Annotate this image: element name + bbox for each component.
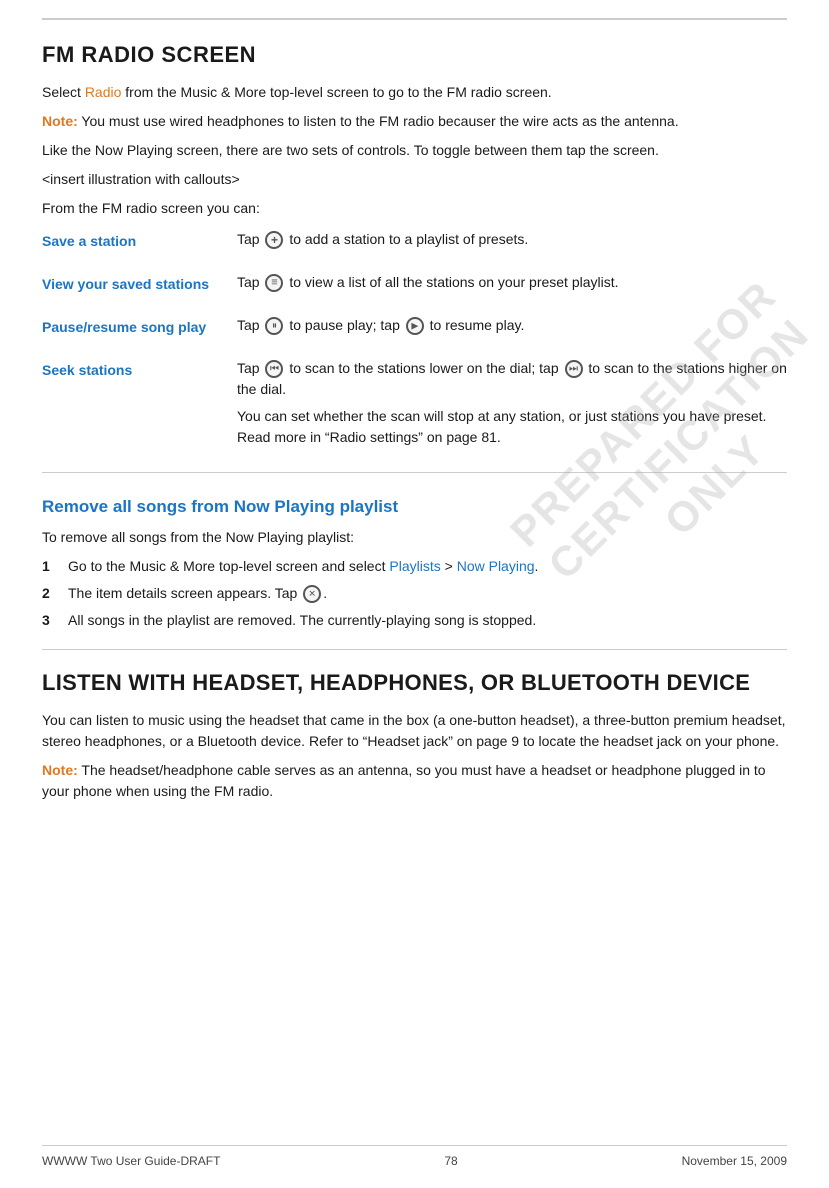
footer: WWWW Two User Guide-DRAFT 78 November 15… xyxy=(42,1145,787,1168)
playlists-link: Playlists xyxy=(389,558,440,574)
step-num-2: 2 xyxy=(42,583,62,604)
fm-radio-para3: <insert illustration with callouts> xyxy=(42,169,787,190)
radio-link: Radio xyxy=(85,84,122,100)
remove-songs-intro: To remove all songs from the Now Playing… xyxy=(42,527,787,548)
feature-row-view: View your saved stations Tap to view a l… xyxy=(42,272,787,299)
step-2: 2 The item details screen appears. Tap . xyxy=(42,583,787,604)
fm-radio-note: Note: You must use wired headphones to l… xyxy=(42,111,787,132)
step-1: 1 Go to the Music & More top-level scree… xyxy=(42,556,787,577)
page-container: PREPARED FORCERTIFICATIONONLY FM RADIO S… xyxy=(0,0,829,1188)
step-num-1: 1 xyxy=(42,556,62,577)
footer-right: November 15, 2009 xyxy=(682,1154,787,1168)
fm-radio-section: FM RADIO SCREEN Select Radio from the Mu… xyxy=(42,42,787,454)
step-num-3: 3 xyxy=(42,610,62,631)
headset-note-text: The headset/headphone cable serves as an… xyxy=(42,762,766,799)
step-1-text: Go to the Music & More top-level screen … xyxy=(68,556,538,577)
prev-icon xyxy=(265,360,283,378)
play-icon xyxy=(406,317,424,335)
feature-desc-pause: Tap to pause play; tap to resume play. xyxy=(237,315,787,342)
feature-label-save: Save a station xyxy=(42,229,237,252)
features-table: Save a station Tap to add a station to a… xyxy=(42,229,787,454)
fm-radio-para4: From the FM radio screen you can: xyxy=(42,198,787,219)
remove-songs-section: Remove all songs from Now Playing playli… xyxy=(42,497,787,631)
headset-title: LISTEN WITH HEADSET, HEADPHONES, OR BLUE… xyxy=(42,670,787,696)
list-icon xyxy=(265,274,283,292)
seek-desc-2: You can set whether the scan will stop a… xyxy=(237,406,787,448)
top-border xyxy=(42,18,787,20)
intro-text-after: from the Music & More top-level screen t… xyxy=(121,84,551,100)
section-divider-2 xyxy=(42,649,787,650)
feature-label-pause: Pause/resume song play xyxy=(42,315,237,338)
now-playing-link: Now Playing xyxy=(457,558,535,574)
feature-label-seek: Seek stations xyxy=(42,358,237,381)
headset-note-label: Note: xyxy=(42,762,78,778)
feature-label-view: View your saved stations xyxy=(42,272,237,295)
step-3-text: All songs in the playlist are removed. T… xyxy=(68,610,536,631)
footer-page-number: 78 xyxy=(444,1154,457,1168)
step-2-text: The item details screen appears. Tap . xyxy=(68,583,327,604)
feature-desc-seek: Tap to scan to the stations lower on the… xyxy=(237,358,787,454)
pause-desc: Tap to pause play; tap to resume play. xyxy=(237,315,787,336)
seek-desc-1: Tap to scan to the stations lower on the… xyxy=(237,358,787,400)
feature-desc-save: Tap to add a station to a playlist of pr… xyxy=(237,229,787,256)
headset-para1: You can listen to music using the headse… xyxy=(42,710,787,752)
next-icon xyxy=(565,360,583,378)
section-divider-1 xyxy=(42,472,787,473)
remove-songs-title: Remove all songs from Now Playing playli… xyxy=(42,497,787,517)
pause-icon xyxy=(265,317,283,335)
add-icon xyxy=(265,231,283,249)
intro-text-before: Select xyxy=(42,84,85,100)
feature-row-pause: Pause/resume song play Tap to pause play… xyxy=(42,315,787,342)
view-desc: Tap to view a list of all the stations o… xyxy=(237,272,787,293)
headset-section: LISTEN WITH HEADSET, HEADPHONES, OR BLUE… xyxy=(42,670,787,802)
headset-note: Note: The headset/headphone cable serves… xyxy=(42,760,787,802)
fm-radio-para2: Like the Now Playing screen, there are t… xyxy=(42,140,787,161)
step-3: 3 All songs in the playlist are removed.… xyxy=(42,610,787,631)
steps-list: 1 Go to the Music & More top-level scree… xyxy=(42,556,787,631)
note-label-1: Note: xyxy=(42,113,78,129)
x-icon xyxy=(303,585,321,603)
note-text-1: You must use wired headphones to listen … xyxy=(78,113,679,129)
feature-row-save: Save a station Tap to add a station to a… xyxy=(42,229,787,256)
feature-desc-view: Tap to view a list of all the stations o… xyxy=(237,272,787,299)
footer-left: WWWW Two User Guide-DRAFT xyxy=(42,1154,220,1168)
save-desc: Tap to add a station to a playlist of pr… xyxy=(237,229,787,250)
fm-radio-intro-1: Select Radio from the Music & More top-l… xyxy=(42,82,787,103)
feature-row-seek: Seek stations Tap to scan to the station… xyxy=(42,358,787,454)
fm-radio-title: FM RADIO SCREEN xyxy=(42,42,787,68)
